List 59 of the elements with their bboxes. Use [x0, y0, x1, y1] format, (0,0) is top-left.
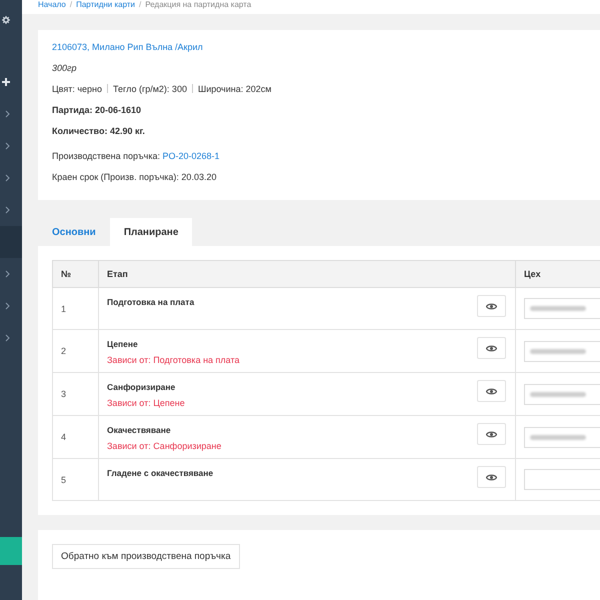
tab[interactable]: Основни	[38, 218, 110, 246]
chevron-right-icon	[5, 174, 10, 182]
eye-icon	[486, 386, 497, 396]
view-button[interactable]	[477, 337, 506, 359]
deadline-text: Краен срок (Произв. поръчка): 20.03.20	[52, 172, 218, 182]
breadcrumb-divider: /	[70, 0, 72, 9]
eye-icon	[486, 430, 497, 438]
dependency-text: Зависи от: Цепене	[107, 398, 185, 408]
row-number: 2	[52, 330, 98, 372]
order-label: Производствена поръчка:	[52, 151, 161, 161]
column-header: Цех	[516, 260, 600, 288]
stage-name: Гладене с окачествяване	[107, 468, 214, 478]
blurred-value	[530, 434, 586, 440]
quantity-text: Количество: 42.90 кг.	[52, 126, 146, 136]
view-button[interactable]	[477, 295, 506, 317]
eye-icon	[486, 344, 497, 352]
blurred-value	[530, 348, 586, 354]
chevron-right-icon	[5, 110, 10, 118]
sidebar-item[interactable]	[0, 226, 22, 258]
breadcrumb-link[interactable]: Начало	[38, 0, 66, 9]
row-number: 1	[52, 288, 98, 330]
order-link[interactable]: PO-20-0268-1	[162, 151, 220, 161]
chevron-right-icon	[5, 206, 10, 214]
dependency-text: Зависи от: Подготовка на плата	[107, 355, 240, 365]
stage-name: Окачествяване	[107, 425, 172, 435]
blurred-value	[530, 392, 586, 396]
row-number: 3	[52, 372, 98, 416]
chevron-right-icon	[5, 302, 10, 310]
spec-text: Цвят: черно	[52, 84, 102, 94]
stage-name: Подготовка на плата	[107, 297, 194, 307]
column-header: Етап	[98, 260, 516, 288]
chevron-right-icon	[5, 334, 10, 342]
back-button[interactable]: Обратно към производствена поръчка	[52, 544, 240, 569]
breadcrumb-current: Редакция на партидна карта	[145, 0, 252, 9]
tab[interactable]: Планиране	[110, 218, 192, 246]
blurred-value	[530, 306, 586, 311]
batch-text: Партида: 20-06-1610	[52, 105, 142, 115]
weight-text: 300гр	[52, 63, 78, 73]
breadcrumb-divider: /	[139, 0, 142, 9]
chevron-right-icon	[5, 270, 10, 278]
row-number: 4	[52, 416, 98, 458]
eye-icon	[486, 472, 497, 482]
stage-name: Санфоризиране	[107, 382, 176, 392]
dependency-text: Зависи от: Санфоризиране	[107, 441, 222, 451]
spec-text: Тегло (гр/м2): 300	[113, 84, 187, 94]
row-number: 5	[52, 458, 98, 500]
eye-icon	[486, 302, 497, 310]
view-button[interactable]	[477, 466, 506, 488]
spec-text: Широчина: 202см	[198, 84, 272, 94]
view-button[interactable]	[477, 380, 506, 402]
chevron-right-icon	[5, 142, 10, 150]
plus-icon	[2, 78, 10, 86]
breadcrumb-link[interactable]: Партидни карти	[76, 0, 136, 9]
settings-icon	[2, 16, 10, 24]
sidebar-highlight	[0, 537, 22, 565]
view-button[interactable]	[477, 423, 506, 445]
stage-name: Цепене	[107, 339, 139, 349]
column-header: №	[52, 260, 98, 288]
product-link[interactable]: 2106073, Милано Рип Вълна /Акрил	[52, 42, 203, 52]
